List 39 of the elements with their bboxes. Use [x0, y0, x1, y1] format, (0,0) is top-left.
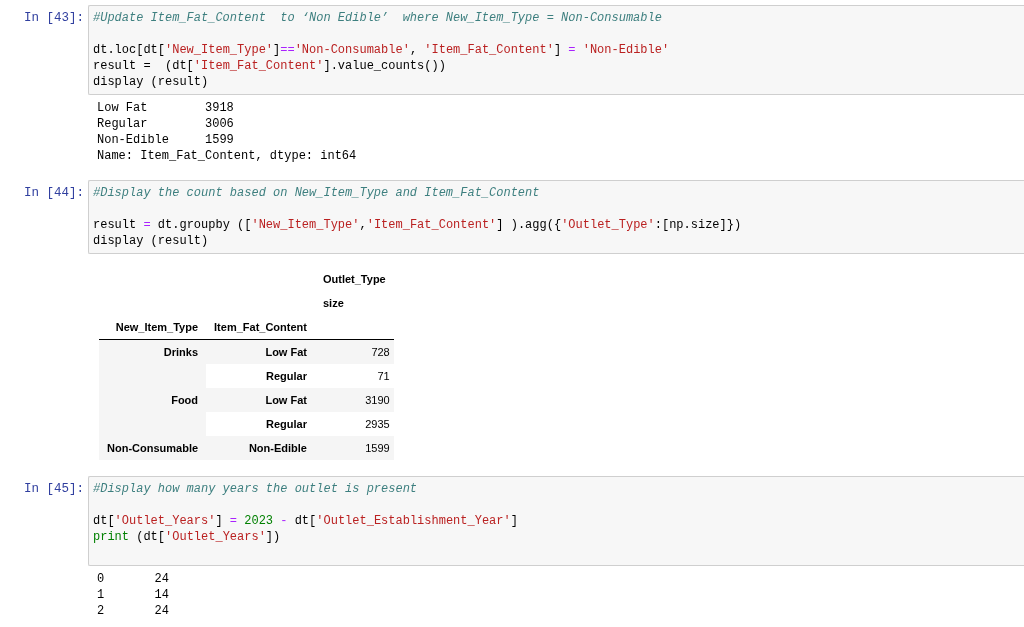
index-header: New_Item_Type — [99, 315, 207, 340]
column-header: Outlet_Type — [321, 272, 387, 287]
output-line: 2 24 — [97, 603, 170, 619]
row-index-header: Regular — [206, 412, 315, 436]
input-prompt: In [43]: — [23, 10, 85, 26]
code-editor[interactable]: #Display the count based on New_Item_Type and Item_Fat_Content result = dt.groupby (['New_Item_Type','Item_Fat_Content'] ).agg({'Outlet_Type':[np.size]}) display (result) — [88, 180, 1024, 254]
code-editor[interactable]: #Display how many years the outlet is present dt['Outlet_Years'] = 2023 - dt['Outlet_Establishment_Year'] print (dt['Outlet_Years']) — [88, 476, 1024, 566]
code-editor[interactable] — [88, 5, 1024, 95]
code-line: result = dt.groupby (['New_Item_Type','Item_Fat_Content'] ).agg({'Outlet_Type':[np.size]}) — [93, 217, 743, 233]
row-index-header: Drinks — [99, 339, 207, 388]
code-line: display (result) — [93, 74, 210, 90]
row-index-header: Food — [99, 388, 207, 436]
row-index-header: Non-Edible — [206, 436, 315, 460]
output-line: Non-Edible 1599 — [97, 132, 235, 148]
output-line: Name: Item_Fat_Content, dtype: int64 — [97, 148, 358, 164]
column-header: size — [321, 296, 345, 311]
code-comment: #Display how many years the outlet is present — [93, 481, 419, 497]
table-cell: 3190 — [314, 388, 394, 412]
output-line: Regular 3006 — [97, 116, 235, 132]
input-prompt: In [44]: — [23, 185, 85, 201]
row-index-header: Non-Consumable — [99, 436, 207, 460]
table-cell: 1599 — [314, 436, 394, 460]
output-line: 1 14 — [97, 587, 170, 603]
input-prompt: In [45]: — [23, 481, 85, 497]
row-index-header: Low Fat — [206, 388, 315, 412]
table-cell: 2935 — [314, 412, 394, 436]
row-index-header: Low Fat — [206, 339, 315, 364]
code-line: dt.loc[dt['New_Item_Type']=='Non-Consumable', 'Item_Fat_Content'] = 'Non-Edible' — [93, 42, 671, 58]
code-line: print (dt['Outlet_Years']) — [93, 529, 282, 545]
code-comment: #Update Item_Fat_Content to ‘Non Edible’ where New_Item_Type = Non-Consumable — [93, 10, 663, 26]
row-index-header: Regular — [206, 364, 315, 388]
code-comment: #Display the count based on New_Item_Type and Item_Fat_Content — [93, 185, 541, 201]
output-line: Low Fat 3918 — [97, 100, 235, 116]
index-header: Item_Fat_Content — [206, 315, 315, 340]
code-line: dt['Outlet_Years'] = 2023 - dt['Outlet_Establishment_Year'] — [93, 513, 519, 529]
code-line: display (result) — [93, 233, 210, 249]
output-line: 0 24 — [97, 571, 170, 587]
table-cell: 71 — [314, 364, 394, 388]
code-line: result = (dt['Item_Fat_Content'].value_counts()) — [93, 58, 447, 74]
